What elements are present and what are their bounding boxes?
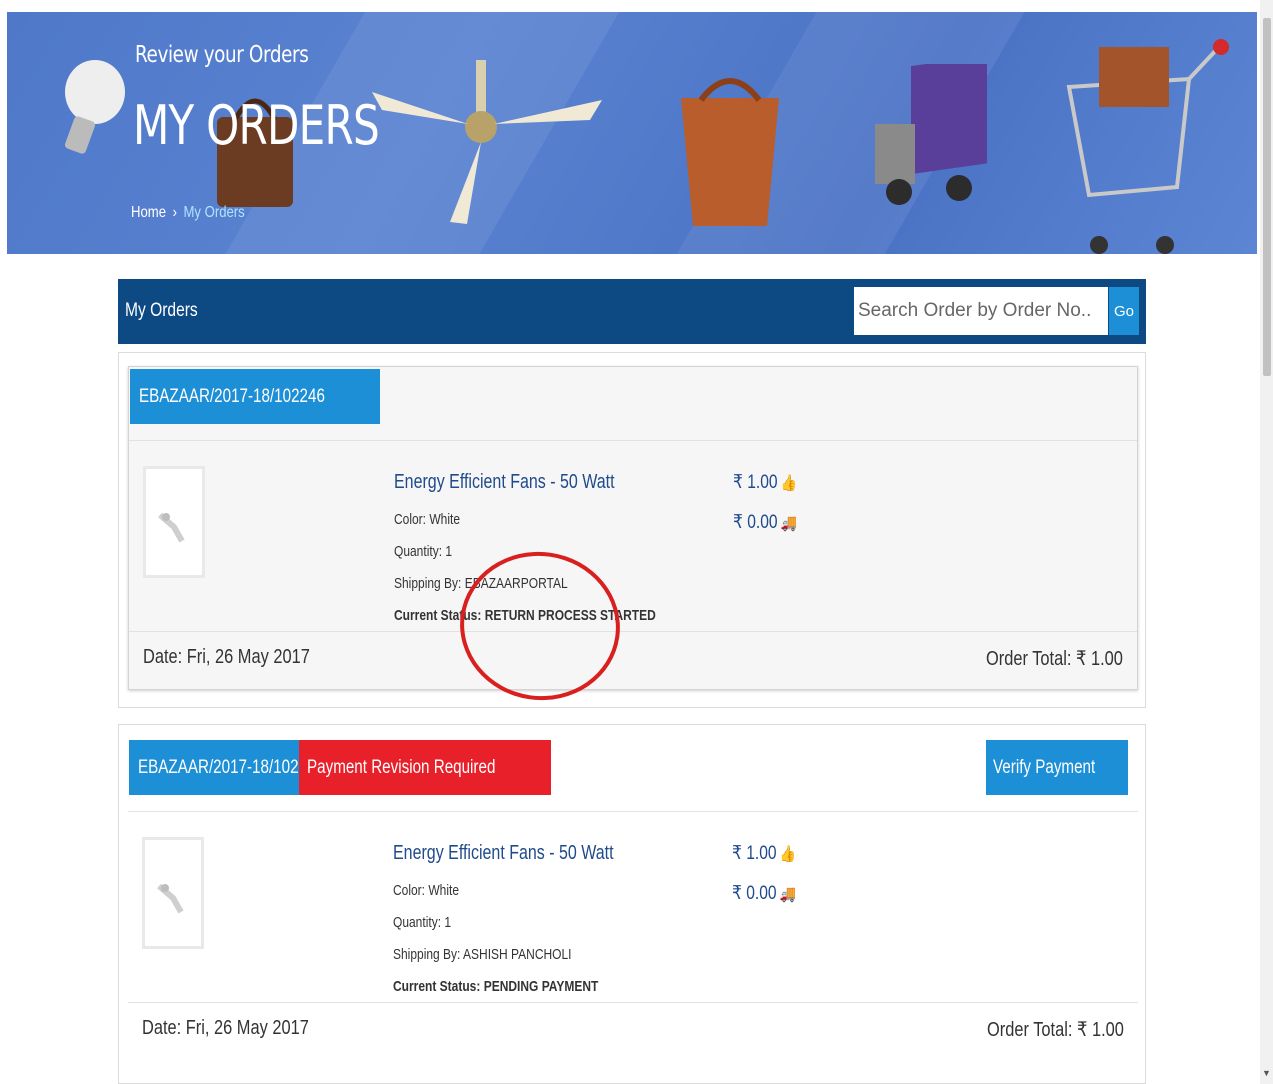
status-label: Current Status:: [393, 978, 481, 995]
shipping-price-value: ₹ 0.00: [732, 883, 777, 904]
status-value: RETURN PROCESS STARTED: [484, 607, 656, 624]
fan-image: [372, 60, 602, 224]
orders-header-label: My Orders: [125, 300, 198, 321]
order-card: EBAZAAR/2017-18/102245 Payment Revision …: [128, 738, 1138, 1078]
breadcrumb-current[interactable]: My Orders: [183, 204, 244, 222]
tote-image: [681, 78, 779, 226]
product-image: [157, 883, 184, 914]
thumbs-up-icon: 👍: [780, 474, 798, 492]
status-label: Current Status:: [394, 607, 482, 624]
order-body: Energy Efficient Fans - 50 Watt Color: W…: [129, 441, 1137, 631]
product-name-link[interactable]: Energy Efficient Fans - 50 Watt: [393, 842, 614, 865]
product-color: Color: White: [394, 511, 461, 528]
item-price: ₹ 1.00 👍: [732, 842, 796, 865]
order-id-text: EBAZAAR/2017-18/102246: [139, 386, 325, 407]
product-shipping-by: Shipping By: ASHISH PANCHOLI: [393, 946, 572, 963]
product-thumbnail[interactable]: [143, 466, 205, 578]
product-color: Color: White: [393, 882, 460, 899]
order-total: Order Total: ₹ 1.00: [987, 1019, 1124, 1041]
order-date: Date: Fri, 26 May 2017: [143, 646, 310, 668]
order-footer: Date: Fri, 26 May 2017 Order Total: ₹ 1.…: [129, 631, 1137, 687]
verify-payment-button[interactable]: Verify Payment: [986, 740, 1128, 795]
order-header: EBAZAAR/2017-18/102246: [129, 367, 1137, 441]
order-date: Date: Fri, 26 May 2017: [142, 1017, 309, 1039]
page-title: MY ORDERS: [133, 94, 380, 157]
banner-subtitle: Review your Orders: [135, 42, 309, 68]
price-value: ₹ 1.00: [732, 843, 777, 864]
search-go-button[interactable]: Go: [1109, 287, 1139, 335]
shipping-price-value: ₹ 0.00: [733, 512, 778, 533]
scroll-down-arrow-icon[interactable]: ▼: [1262, 1068, 1271, 1078]
truck-icon: 🚚: [780, 514, 798, 532]
shipping-price: ₹ 0.00 🚚: [732, 882, 796, 905]
order-container: EBAZAAR/2017-18/102246 Energy Efficient …: [118, 352, 1146, 708]
cart-image: [1066, 39, 1229, 254]
product-thumbnail[interactable]: [142, 837, 204, 949]
product-quantity: Quantity: 1: [393, 914, 452, 931]
truck-icon: 🚚: [779, 885, 797, 903]
order-footer: Date: Fri, 26 May 2017 Order Total: ₹ 1.…: [128, 1002, 1138, 1058]
truck-image: [875, 64, 987, 205]
page-banner: Review your Orders MY ORDERS Home › My O…: [7, 12, 1257, 254]
breadcrumb-home[interactable]: Home: [131, 204, 166, 222]
order-id-text: EBAZAAR/2017-18/102245: [138, 757, 324, 778]
order-header: EBAZAAR/2017-18/102245 Payment Revision …: [128, 738, 1138, 812]
order-total: Order Total: ₹ 1.00: [986, 648, 1123, 670]
order-body: Energy Efficient Fans - 50 Watt Color: W…: [128, 812, 1138, 1002]
price-value: ₹ 1.00: [733, 472, 778, 493]
page-scrollbar[interactable]: ▼: [1260, 0, 1273, 1084]
product-name-link[interactable]: Energy Efficient Fans - 50 Watt: [394, 471, 615, 494]
thumbs-up-icon: 👍: [779, 845, 797, 863]
product-image: [158, 512, 185, 543]
payment-revision-badge: Payment Revision Required: [299, 740, 551, 795]
breadcrumb: Home › My Orders: [131, 204, 245, 222]
scrollbar-thumb[interactable]: [1263, 18, 1271, 376]
order-status: Current Status: PENDING PAYMENT: [393, 978, 598, 995]
product-quantity: Quantity: 1: [394, 543, 453, 560]
order-card: EBAZAAR/2017-18/102246 Energy Efficient …: [128, 366, 1138, 690]
bulb-image: [64, 60, 125, 154]
orders-header: My Orders Go: [118, 279, 1146, 344]
status-value: PENDING PAYMENT: [483, 978, 599, 995]
product-shipping-by: Shipping By: EBAZAARPORTAL: [394, 575, 568, 592]
order-id-badge[interactable]: EBAZAAR/2017-18/102246: [130, 369, 381, 424]
verify-payment-label: Verify Payment: [993, 757, 1096, 778]
breadcrumb-separator: ›: [172, 204, 177, 221]
order-status: Current Status: RETURN PROCESS STARTED: [394, 607, 656, 624]
search-order-input[interactable]: [854, 287, 1108, 335]
badge-text: Payment Revision Required: [307, 757, 496, 778]
item-price: ₹ 1.00 👍: [733, 471, 797, 494]
shipping-price: ₹ 0.00 🚚: [733, 511, 797, 534]
order-container: EBAZAAR/2017-18/102245 Payment Revision …: [118, 724, 1146, 1084]
